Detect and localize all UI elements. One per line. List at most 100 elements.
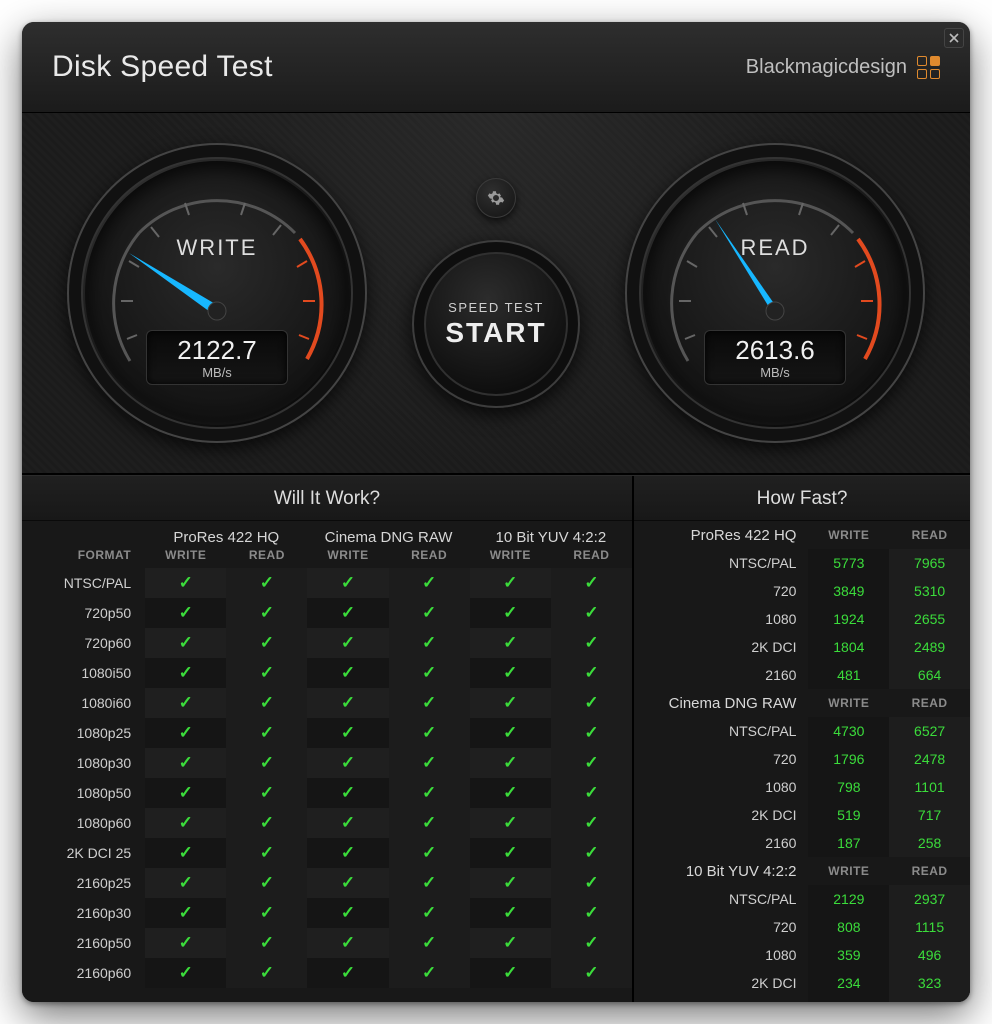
check-icon: ✓ — [260, 633, 274, 652]
table-row: 720p50✓✓✓✓✓✓ — [22, 598, 632, 628]
table-row: 2160481664 — [634, 661, 970, 689]
check-icon: ✓ — [341, 633, 355, 652]
codec-group-header: ProRes 422 HQWRITEREAD — [634, 521, 970, 549]
check-icon: ✓ — [260, 933, 274, 952]
settings-button[interactable] — [476, 178, 516, 218]
read-value: 2613.6 — [705, 337, 845, 363]
close-button[interactable] — [944, 28, 964, 48]
format-label: 1080i50 — [22, 658, 145, 688]
result-cell: ✓ — [551, 718, 632, 748]
check-icon: ✓ — [422, 873, 436, 892]
header: Disk Speed Test Blackmagicdesign — [22, 22, 970, 113]
check-icon: ✓ — [341, 603, 355, 622]
write-fps: 187 — [808, 829, 889, 857]
start-label-1: SPEED TEST — [448, 300, 544, 315]
format-label: 1080 — [634, 605, 808, 633]
result-cell: ✓ — [551, 958, 632, 988]
result-cell: ✓ — [470, 568, 551, 598]
col-header: WRITE — [808, 857, 889, 885]
result-cell: ✓ — [307, 688, 388, 718]
check-icon: ✓ — [422, 813, 436, 832]
result-cell: ✓ — [145, 778, 226, 808]
result-cell: ✓ — [470, 778, 551, 808]
format-label: 720 — [634, 745, 808, 773]
table-row: 7208081115 — [634, 913, 970, 941]
format-label: NTSC/PAL — [634, 549, 808, 577]
check-icon: ✓ — [503, 633, 517, 652]
read-fps: 323 — [889, 969, 970, 997]
result-cell: ✓ — [145, 838, 226, 868]
result-cell: ✓ — [307, 898, 388, 928]
check-icon: ✓ — [422, 843, 436, 862]
result-cell: ✓ — [389, 718, 470, 748]
write-fps: 519 — [808, 801, 889, 829]
check-icon: ✓ — [260, 753, 274, 772]
result-cell: ✓ — [470, 688, 551, 718]
result-cell: ✓ — [389, 868, 470, 898]
format-label: 1080 — [634, 941, 808, 969]
write-gauge: WRITE 2122.7 MB/s — [67, 143, 367, 443]
check-icon: ✓ — [179, 663, 193, 682]
format-label: 720 — [634, 913, 808, 941]
check-icon: ✓ — [422, 663, 436, 682]
result-cell: ✓ — [389, 748, 470, 778]
results-area: Will It Work? ProRes 422 HQ Cinema DNG R… — [22, 475, 970, 1002]
check-icon: ✓ — [179, 813, 193, 832]
check-icon: ✓ — [422, 933, 436, 952]
result-cell: ✓ — [226, 658, 307, 688]
check-icon: ✓ — [179, 933, 193, 952]
write-fps: 1804 — [808, 633, 889, 661]
format-label: 1080 — [634, 773, 808, 801]
write-fps: 1924 — [808, 605, 889, 633]
check-icon: ✓ — [179, 633, 193, 652]
format-header: FORMAT — [22, 548, 145, 568]
check-icon: ✓ — [341, 963, 355, 982]
check-icon: ✓ — [584, 843, 598, 862]
gauges-area: WRITE 2122.7 MB/s SPEED TEST START — [22, 113, 970, 475]
check-icon: ✓ — [260, 783, 274, 802]
format-label: 2160 — [634, 997, 808, 1002]
format-label: 2160p50 — [22, 928, 145, 958]
check-icon: ✓ — [503, 663, 517, 682]
result-cell: ✓ — [389, 958, 470, 988]
result-cell: ✓ — [226, 718, 307, 748]
result-cell: ✓ — [307, 568, 388, 598]
check-icon: ✓ — [260, 663, 274, 682]
result-cell: ✓ — [389, 898, 470, 928]
result-cell: ✓ — [551, 808, 632, 838]
check-icon: ✓ — [584, 663, 598, 682]
format-label: NTSC/PAL — [634, 885, 808, 913]
check-icon: ✓ — [584, 963, 598, 982]
start-button[interactable]: SPEED TEST START — [412, 240, 580, 408]
format-label: 1080i60 — [22, 688, 145, 718]
check-icon: ✓ — [584, 753, 598, 772]
result-cell: ✓ — [307, 838, 388, 868]
write-fps: 798 — [808, 773, 889, 801]
check-icon: ✓ — [503, 573, 517, 592]
format-label: 2160p60 — [22, 958, 145, 988]
format-label: 1080p50 — [22, 778, 145, 808]
result-cell: ✓ — [470, 958, 551, 988]
col-header: WRITE — [808, 689, 889, 717]
result-cell: ✓ — [389, 658, 470, 688]
table-row: NTSC/PAL✓✓✓✓✓✓ — [22, 568, 632, 598]
result-cell: ✓ — [470, 658, 551, 688]
check-icon: ✓ — [179, 723, 193, 742]
check-icon: ✓ — [179, 783, 193, 802]
check-icon: ✓ — [341, 783, 355, 802]
start-label-2: START — [445, 317, 546, 349]
result-cell: ✓ — [307, 718, 388, 748]
check-icon: ✓ — [260, 723, 274, 742]
table-row: 1080i50✓✓✓✓✓✓ — [22, 658, 632, 688]
check-icon: ✓ — [260, 603, 274, 622]
read-fps: 1101 — [889, 773, 970, 801]
table-row: 2160p30✓✓✓✓✓✓ — [22, 898, 632, 928]
how-fast-table: ProRes 422 HQWRITEREADNTSC/PAL5773796572… — [634, 521, 970, 1002]
will-it-work-title: Will It Work? — [22, 476, 632, 521]
codec-header: 10 Bit YUV 4:2:2 — [470, 521, 632, 548]
table-row: 1080p60✓✓✓✓✓✓ — [22, 808, 632, 838]
read-fps: 717 — [889, 801, 970, 829]
close-icon — [949, 33, 959, 43]
result-cell: ✓ — [226, 838, 307, 868]
result-cell: ✓ — [551, 688, 632, 718]
